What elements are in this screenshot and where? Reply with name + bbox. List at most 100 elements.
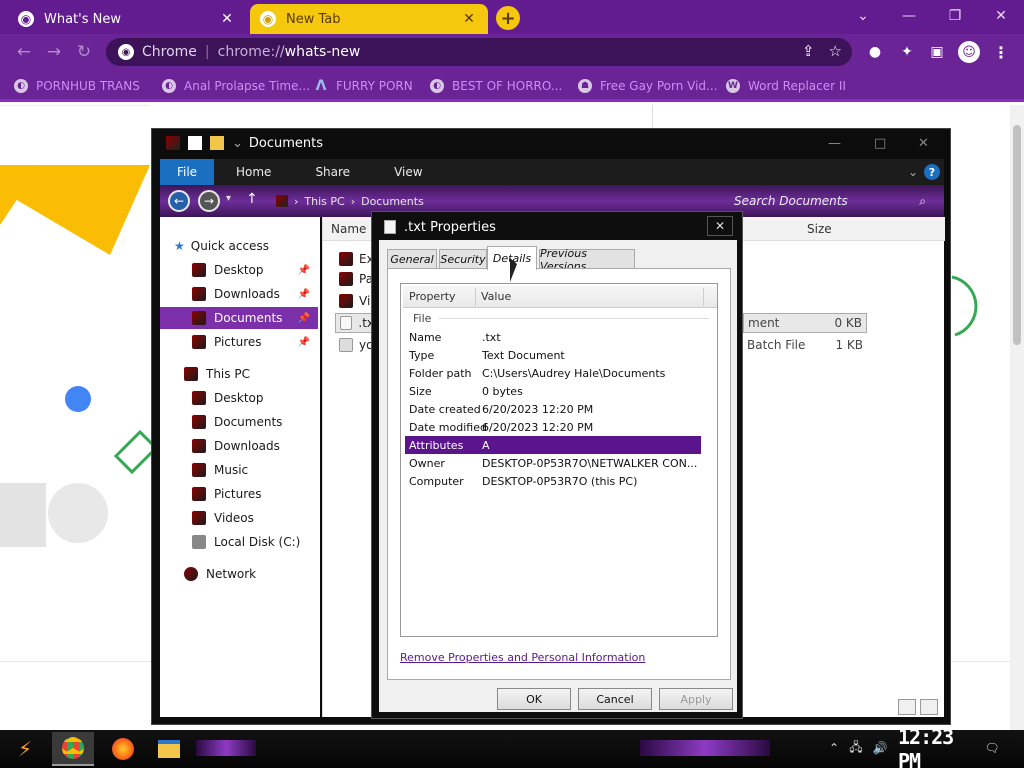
window-chevron-icon[interactable]: ⌄	[840, 4, 886, 28]
property-row-computer[interactable]: Computer DESKTOP-0P53R7O (this PC)	[405, 472, 701, 490]
cancel-button[interactable]: Cancel	[578, 688, 652, 710]
profile-avatar[interactable]: ☺	[958, 41, 980, 63]
property-key: Owner	[409, 457, 445, 470]
chrome-menu-icon[interactable]: ⋮	[990, 40, 1012, 64]
large-icons-view-icon[interactable]	[920, 699, 938, 715]
extensions-icon[interactable]: ✦	[896, 42, 918, 62]
property-row-size[interactable]: Size 0 bytes	[405, 382, 701, 400]
back-icon[interactable]: ←	[168, 190, 190, 212]
notifications-icon[interactable]: 🗨	[984, 740, 1000, 756]
nav-quick-access[interactable]: ★ Quick access	[174, 235, 332, 257]
maximize-icon[interactable]: □	[874, 136, 886, 151]
breadcrumb-this-pc[interactable]: This PC	[304, 195, 344, 208]
ribbon-tab-home[interactable]: Home	[214, 165, 293, 179]
property-row-folder-path[interactable]: Folder path C:\Users\Audrey Hale\Documen…	[405, 364, 701, 382]
details-view-icon[interactable]	[898, 699, 916, 715]
nav-pc-pictures[interactable]: Pictures	[160, 483, 318, 505]
breadcrumb-documents[interactable]: Documents	[361, 195, 424, 208]
file-row[interactable]: Pa	[339, 269, 373, 289]
tab-whats-new[interactable]: ◉ What's New ✕	[8, 4, 246, 34]
column-header-size[interactable]: Size	[807, 222, 832, 236]
remove-properties-link[interactable]: Remove Properties and Personal Informati…	[400, 651, 645, 664]
property-row-date-created[interactable]: Date created 6/20/2023 12:20 PM	[405, 400, 701, 418]
property-row-date-modified[interactable]: Date modified 6/20/2023 12:20 PM	[405, 418, 701, 436]
up-icon[interactable]: ↑	[246, 191, 258, 207]
nav-qa-pictures[interactable]: Pictures 📌	[160, 331, 318, 353]
column-header-property[interactable]: Property	[409, 290, 456, 303]
forward-icon[interactable]: →	[42, 40, 66, 64]
folder-icon[interactable]	[210, 136, 224, 150]
bookmark-item[interactable]: ◐ PORNHUB TRANS	[14, 76, 140, 96]
tray-overflow-icon[interactable]: ⌃	[826, 740, 842, 756]
new-tab-button[interactable]: +	[496, 6, 520, 30]
properties-quick-icon[interactable]	[188, 136, 202, 150]
ribbon-tab-view[interactable]: View	[372, 165, 444, 179]
ok-button[interactable]: OK	[497, 688, 571, 710]
nav-qa-desktop[interactable]: Desktop 📌	[160, 259, 318, 281]
nav-network[interactable]: Network	[160, 563, 318, 585]
quick-access-dropdown-icon[interactable]: ⌄	[232, 136, 243, 151]
bookmark-item[interactable]: ◐ Anal Prolapse Time...	[162, 76, 310, 96]
start-button[interactable]: ⚡	[4, 732, 46, 766]
address-bar[interactable]: ◉ Chrome | chrome:// whats-new ⇪ ☆	[106, 38, 852, 66]
bookmark-item[interactable]: ◐ BEST OF HORRO...	[430, 76, 562, 96]
bookmark-item[interactable]: W Word Replacer II	[726, 76, 846, 96]
reload-icon[interactable]: ↻	[72, 40, 96, 64]
nav-this-pc[interactable]: This PC	[160, 363, 318, 385]
bookmark-item[interactable]: ☗ Free Gay Porn Vid...	[578, 76, 717, 96]
file-row-selected[interactable]: .tx	[335, 313, 375, 333]
bookmark-star-icon[interactable]: ☆	[829, 42, 842, 60]
tab-security[interactable]: Security	[439, 249, 487, 269]
nav-pc-downloads[interactable]: Downloads	[160, 435, 318, 457]
property-row-type[interactable]: Type Text Document	[405, 346, 701, 364]
back-icon[interactable]: ←	[12, 40, 36, 64]
ribbon-expand-icon[interactable]: ⌄	[908, 165, 918, 179]
property-row-owner[interactable]: Owner DESKTOP-0P53R7O\NETWALKER CON...	[405, 454, 701, 472]
help-icon[interactable]: ?	[924, 164, 940, 180]
search-input[interactable]: Search Documents ⌕	[728, 190, 932, 212]
close-window-icon[interactable]: ✕	[918, 136, 929, 151]
apply-button[interactable]: Apply	[659, 688, 733, 710]
volume-icon[interactable]: 🔊	[872, 740, 888, 756]
close-tab-icon[interactable]: ✕	[218, 10, 236, 28]
close-tab-icon[interactable]: ✕	[460, 10, 478, 28]
taskbar-clock[interactable]: 12:23 PM	[898, 725, 966, 768]
ribbon-file-tab[interactable]: File	[160, 159, 214, 185]
minimize-icon[interactable]: —	[886, 4, 932, 28]
recent-locations-icon[interactable]: ▾	[226, 193, 231, 204]
scrollbar-thumb[interactable]	[1013, 125, 1021, 345]
nav-pc-desktop[interactable]: Desktop	[160, 387, 318, 409]
tab-previous-versions[interactable]: Previous Versions	[539, 247, 635, 273]
close-window-icon[interactable]: ✕	[978, 4, 1024, 28]
nav-qa-downloads[interactable]: Downloads 📌	[160, 283, 318, 305]
selected-row-details[interactable]: ment 0 KB	[743, 313, 867, 333]
property-row-name[interactable]: Name .txt	[405, 328, 701, 346]
nav-pc-local-disk[interactable]: Local Disk (C:)	[160, 531, 318, 553]
nav-pc-documents[interactable]: Documents	[160, 411, 318, 433]
nav-pc-videos[interactable]: Videos	[160, 507, 318, 529]
bookmark-item[interactable]: Λ FURRY PORN	[314, 76, 413, 96]
nav-qa-documents[interactable]: Documents 📌	[160, 307, 318, 329]
file-row[interactable]: yo	[339, 335, 373, 355]
file-row[interactable]: Ex	[339, 249, 374, 269]
nav-pc-music[interactable]: Music	[160, 459, 318, 481]
dialog-close-button[interactable]: ✕	[707, 216, 733, 236]
taskbar-chrome[interactable]	[52, 732, 94, 766]
tab-new-tab[interactable]: ◉ New Tab ✕	[250, 4, 488, 34]
property-row-attributes[interactable]: Attributes A	[405, 436, 701, 454]
page-scrollbar[interactable]	[1010, 105, 1024, 730]
ribbon-tab-share[interactable]: Share	[293, 165, 372, 179]
minimize-icon[interactable]: —	[828, 136, 841, 151]
column-header-value[interactable]: Value	[481, 290, 511, 303]
row-details[interactable]: Batch File 1 KB	[743, 335, 867, 355]
forward-icon[interactable]: →	[198, 190, 220, 212]
side-panel-icon[interactable]: ▣	[926, 42, 948, 62]
extension-avatar-icon[interactable]: ●	[864, 42, 886, 62]
share-icon[interactable]: ⇪	[802, 42, 815, 60]
breadcrumb[interactable]: › This PC › Documents	[276, 192, 716, 210]
taskbar-firefox[interactable]	[102, 732, 144, 766]
network-icon[interactable]: 🖧	[848, 740, 864, 756]
taskbar-file-explorer[interactable]	[148, 732, 190, 766]
tab-general[interactable]: General	[387, 249, 437, 269]
restore-icon[interactable]: ❐	[932, 4, 978, 28]
